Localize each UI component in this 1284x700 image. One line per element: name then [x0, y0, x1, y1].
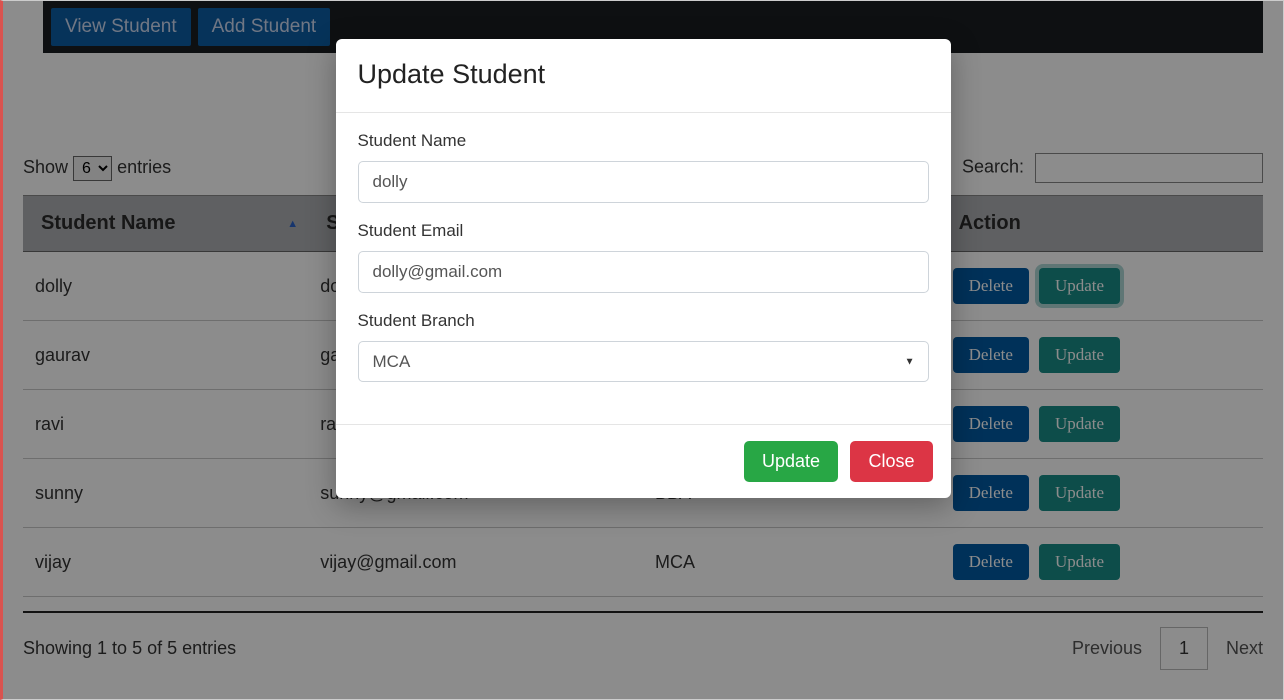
modal-update-button[interactable]: Update [744, 441, 838, 482]
modal-close-button[interactable]: Close [850, 441, 932, 482]
modal-footer: Update Close [336, 424, 951, 498]
student-name-label: Student Name [358, 131, 929, 151]
modal-overlay[interactable]: Update Student Student Name Student Emai… [3, 1, 1283, 699]
modal-body: Student Name Student Email Student Branc… [336, 113, 951, 424]
modal-header: Update Student [336, 39, 951, 113]
student-email-label: Student Email [358, 221, 929, 241]
update-student-modal: Update Student Student Name Student Emai… [336, 39, 951, 498]
student-name-input[interactable] [358, 161, 929, 203]
modal-title: Update Student [358, 59, 929, 90]
student-email-input[interactable] [358, 251, 929, 293]
student-branch-select[interactable]: MCA [358, 341, 929, 382]
student-branch-label: Student Branch [358, 311, 929, 331]
